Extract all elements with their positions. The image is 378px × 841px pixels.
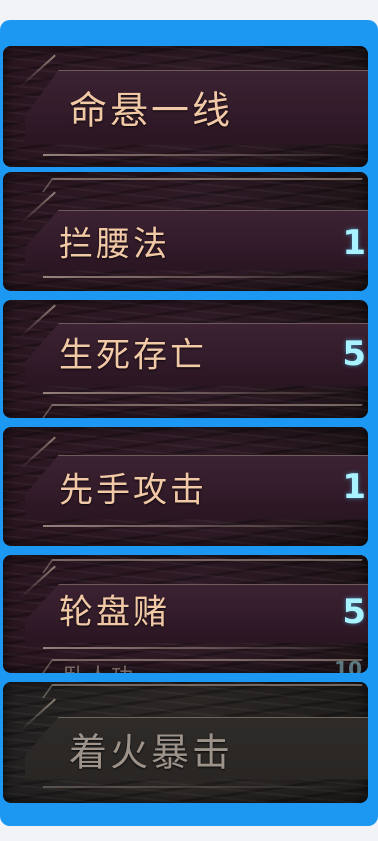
skill-card[interactable]: 卧人功 10 轮盘赌 5 [3,555,368,673]
banner-underline [43,276,360,278]
banner-bevel [20,190,56,224]
banner-underline [43,786,360,788]
banner-bevel [20,435,56,469]
skill-name: 生死存亡 [59,335,207,376]
skill-card[interactable]: 命悬一线 [3,46,368,167]
banner-bevel [20,565,56,598]
skill-name: 拦腰法 [59,224,170,265]
skill-count: 5 [342,334,366,375]
skill-card-locked[interactable]: 着火暴击 [3,682,368,803]
scrolled-row-outline [42,684,363,698]
partial-skill-count: 10 [334,657,362,673]
banner-underline [43,525,360,527]
skill-name: 着火暴击 [69,730,234,775]
skill-list-frame: 命悬一线 拦腰法 1 生死存亡 5 先手攻击 1 卧人功 10 轮盘赌 [0,20,378,826]
scrolled-row-outline [42,178,363,192]
skill-count: 1 [342,466,366,507]
banner-bevel [20,304,56,337]
skill-card[interactable]: 生死存亡 5 [3,300,368,418]
banner-underline [43,392,360,394]
banner-bevel [20,697,56,731]
scrolled-row-outline [42,404,363,418]
scrolled-row-outline [42,559,363,573]
skill-count: 1 [342,223,366,264]
banner-underline [43,154,360,156]
banner-underline [43,647,360,649]
skill-count: 5 [342,591,366,632]
skill-card[interactable]: 先手攻击 1 [3,427,368,546]
skill-name: 轮盘赌 [59,592,170,633]
partial-skill-name: 卧人功 [63,659,135,673]
skill-name: 命悬一线 [69,88,234,132]
skill-card[interactable]: 拦腰法 1 [3,172,368,291]
skill-name: 先手攻击 [59,470,207,510]
